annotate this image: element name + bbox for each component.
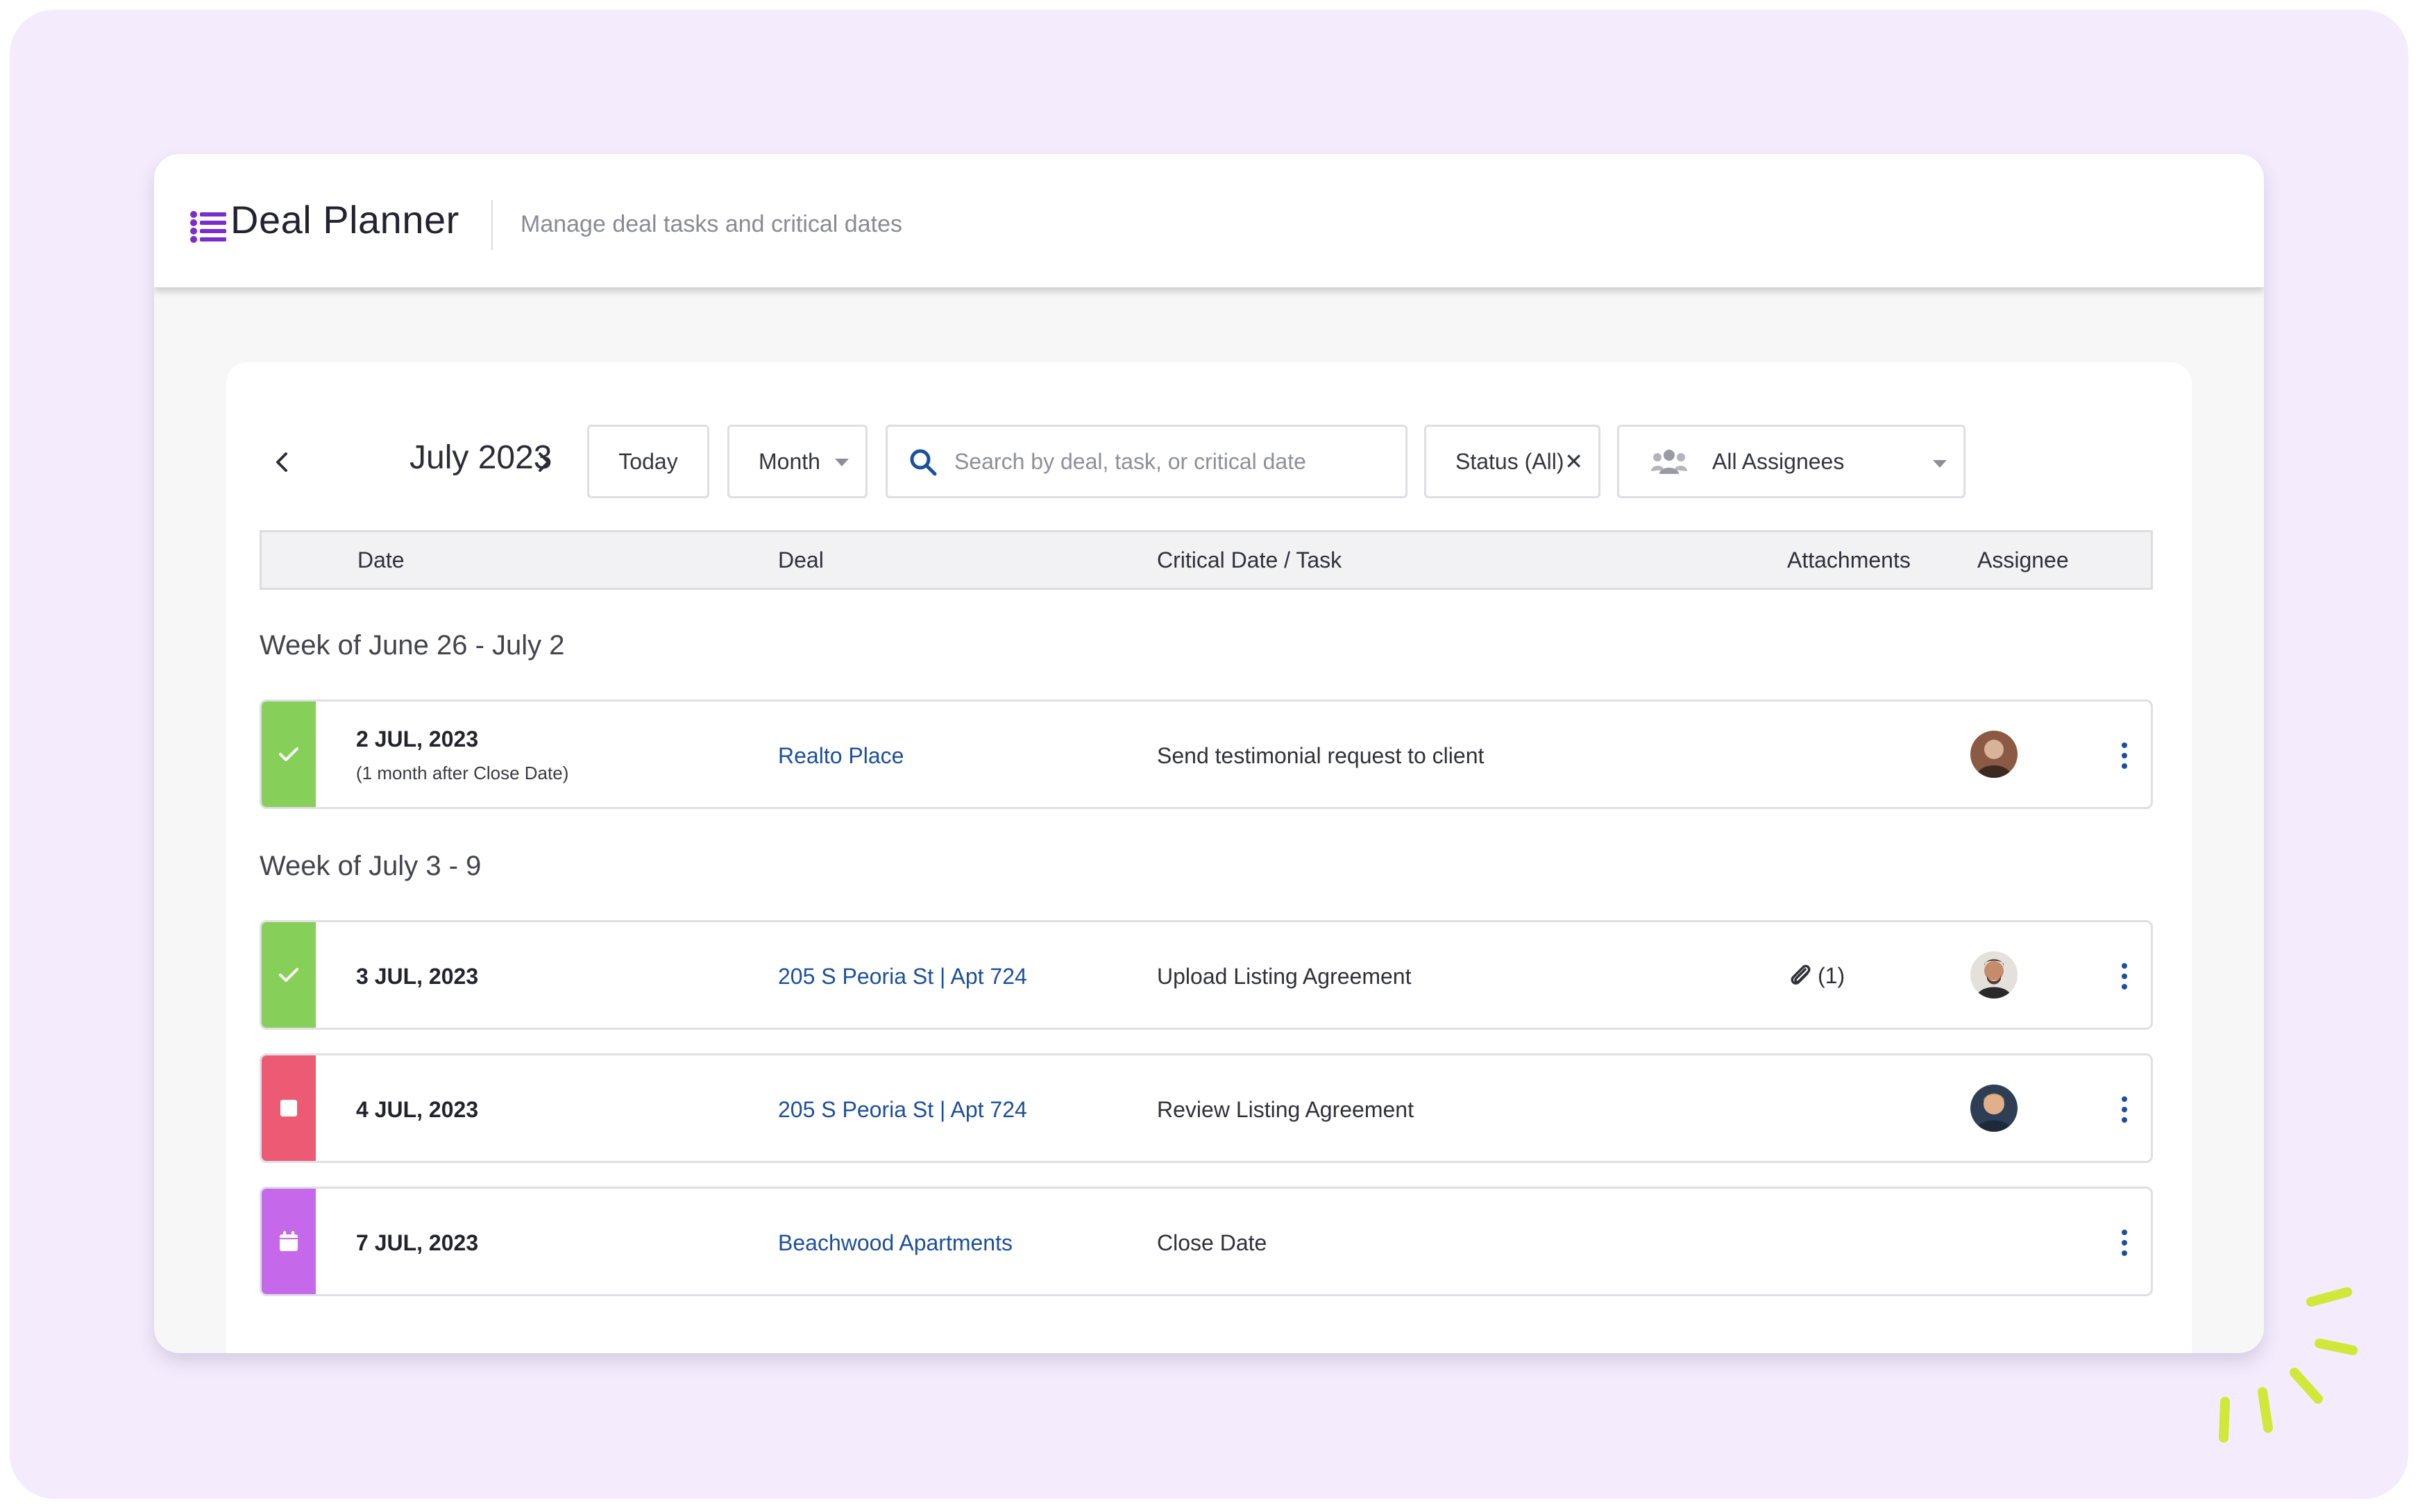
next-month-button[interactable]: [523, 441, 565, 483]
attachment-count: (1): [1818, 962, 1845, 988]
task-date: 7 JUL, 2023: [356, 1230, 479, 1255]
deal-link[interactable]: Realto Place: [778, 743, 904, 769]
deal-planner-window: Deal Planner Manage deal tasks and criti…: [154, 154, 2264, 1353]
task-date: 4 JUL, 2023: [356, 1097, 479, 1122]
checkbox-icon[interactable]: [280, 1099, 298, 1117]
column-header-assignee[interactable]: Assignee: [1977, 547, 2069, 573]
more-options-icon[interactable]: [2117, 1094, 2131, 1125]
clear-status-filter-icon[interactable]: ✕: [1564, 449, 1583, 474]
page-subtitle: Manage deal tasks and critical dates: [521, 211, 902, 237]
more-options-icon[interactable]: [2117, 1228, 2131, 1258]
page-title: Deal Planner: [230, 198, 459, 241]
task-date: 3 JUL, 2023: [356, 964, 479, 989]
week-heading: Week of July 3 - 9: [260, 851, 482, 881]
task-date: 2 JUL, 2023: [356, 727, 479, 751]
people-icon: [1651, 450, 1687, 474]
today-button[interactable]: Today: [587, 425, 709, 498]
previous-month-button[interactable]: [261, 441, 303, 483]
chevron-left-icon: [276, 452, 287, 472]
assignee-avatar[interactable]: [1970, 731, 2018, 778]
status-filter-label: Status (All): [1455, 448, 1564, 474]
view-mode-value: Month: [759, 448, 820, 474]
planner-panel: July 2023 Today Month Status (All) ✕: [226, 362, 2192, 1353]
caret-down-icon: [835, 459, 849, 466]
column-header-attachments[interactable]: Attachments: [1787, 547, 1911, 573]
status-strip-overdue[interactable]: [262, 1055, 316, 1161]
attachments-link[interactable]: (1): [1789, 962, 1845, 989]
more-options-icon[interactable]: [2117, 740, 2131, 771]
calendar-icon: [280, 1231, 298, 1251]
table-header: Date Deal Critical Date / Task Attachmen…: [260, 530, 2153, 590]
deal-link[interactable]: Beachwood Apartments: [778, 1230, 1013, 1256]
status-strip-completed[interactable]: [262, 922, 316, 1028]
deal-link[interactable]: 205 S Peoria St | Apt 724: [778, 1097, 1027, 1123]
assignee-filter-select[interactable]: All Assignees: [1617, 425, 1965, 498]
task-name: Review Listing Agreement: [1157, 1097, 1414, 1122]
status-strip-critical-date[interactable]: [262, 1189, 316, 1294]
view-mode-select[interactable]: Month: [727, 425, 868, 498]
check-icon: [279, 968, 298, 982]
more-options-icon[interactable]: [2117, 961, 2131, 992]
caret-down-icon: [1933, 460, 1947, 468]
task-row[interactable]: 4 JUL, 2023 205 S Peoria St | Apt 724 Re…: [260, 1053, 2153, 1163]
task-name: Send testimonial request to client: [1157, 743, 1485, 768]
sparkle-decoration-icon: [2219, 1287, 2358, 1443]
column-header-deal[interactable]: Deal: [778, 547, 824, 573]
task-row[interactable]: 7 JUL, 2023 Beachwood Apartments Close D…: [260, 1187, 2153, 1296]
app-header: Deal Planner Manage deal tasks and criti…: [154, 154, 2264, 287]
week-heading: Week of June 26 - July 2: [260, 630, 565, 661]
status-filter[interactable]: Status (All) ✕: [1424, 425, 1600, 498]
column-header-date[interactable]: Date: [357, 547, 405, 573]
task-name: Close Date: [1157, 1230, 1267, 1255]
search-input[interactable]: [954, 448, 1405, 475]
check-icon: [279, 747, 298, 761]
header-divider: [491, 200, 493, 250]
task-row[interactable]: 2 JUL, 2023 (1 month after Close Date) R…: [260, 699, 2153, 809]
assignee-avatar[interactable]: [1970, 951, 2018, 999]
task-name: Upload Listing Agreement: [1157, 964, 1412, 989]
task-row[interactable]: 3 JUL, 2023 205 S Peoria St | Apt 724 Up…: [260, 920, 2153, 1030]
task-date-note: (1 month after Close Date): [356, 763, 569, 783]
chevron-right-icon: [539, 452, 550, 472]
search-field[interactable]: [886, 425, 1407, 498]
status-strip-completed[interactable]: [262, 702, 316, 807]
deal-link[interactable]: 205 S Peoria St | Apt 724: [778, 964, 1027, 989]
column-header-task[interactable]: Critical Date / Task: [1157, 547, 1342, 573]
search-icon: [910, 449, 937, 476]
paperclip-icon: [1791, 965, 1811, 985]
assignee-avatar[interactable]: [1970, 1085, 2018, 1132]
assignee-filter-value: All Assignees: [1712, 448, 1845, 474]
list-icon: [190, 211, 226, 243]
